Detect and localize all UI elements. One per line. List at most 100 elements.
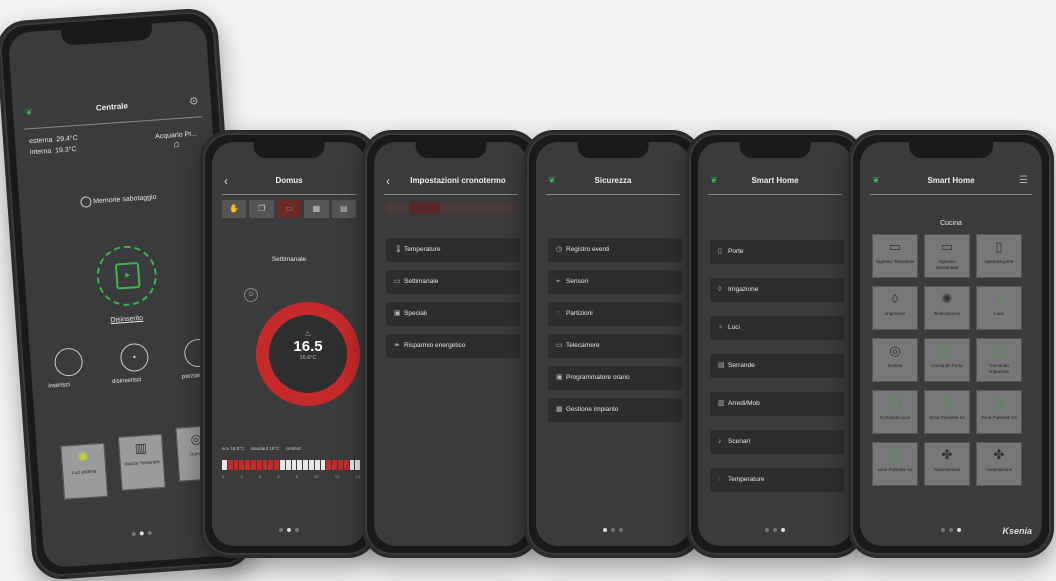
list-item[interactable]: ▣ Speciali (386, 302, 520, 326)
device-tile[interactable]: ▭ Ingresso Sessantate (924, 234, 970, 278)
memory-label[interactable]: Memorie sabotaggio (93, 194, 157, 205)
calendar-icon[interactable]: ▭ (276, 200, 302, 218)
power-icon[interactable]: ⏻ (244, 288, 258, 302)
temp-int-label: interna (29, 147, 52, 157)
schedule-segment[interactable] (349, 460, 355, 470)
disarm-ring[interactable]: ▸ (94, 243, 159, 308)
schedule-segment[interactable] (355, 460, 361, 470)
menu-icon[interactable]: ☰ (1019, 170, 1028, 192)
notch (253, 142, 325, 158)
mode-arm-button[interactable] (53, 347, 84, 378)
furniture-icon: ▥ (718, 400, 725, 407)
schedule-segment[interactable] (279, 460, 285, 470)
bulb-icon: ♀ (718, 324, 724, 331)
schedule-segment[interactable] (233, 460, 239, 470)
tab-active[interactable] (410, 202, 440, 214)
switch-icon: ▯ (943, 395, 951, 410)
device-tile[interactable]: ✤ Automazione (924, 442, 970, 486)
device-tile[interactable]: ▯ Luce Pulsante Sx (872, 442, 918, 486)
hand-icon[interactable]: ✋ (222, 200, 247, 218)
divider (870, 194, 1032, 195)
thermometer-icon: ⫶ (718, 476, 720, 483)
device-tile[interactable]: ▯ Apertura porta (976, 234, 1022, 278)
schedule-bar[interactable] (222, 460, 361, 470)
schedule-legend: eco 16.5°C standard 19°C comfort (222, 446, 301, 451)
list-item[interactable]: 🌡Temperature (386, 238, 520, 262)
tile-luci-esterne[interactable]: ✺ Luci esterne (60, 442, 109, 500)
notch (577, 142, 649, 158)
automation-icon: ✤ (941, 447, 953, 462)
list-item[interactable]: ▭ Settimanale (386, 270, 520, 294)
schedule-segment[interactable] (332, 460, 337, 470)
list-item[interactable]: ▦ Gestione impianto (548, 398, 682, 422)
schedule-segment[interactable] (285, 460, 291, 470)
device-tile[interactable]: ◊ Irrigazione (872, 286, 918, 330)
list-item[interactable]: ❧ Risparmio energetico (386, 334, 520, 358)
camera-icon: ▭ (888, 239, 902, 254)
device-tile[interactable]: ✺ Illuminazione (924, 286, 970, 330)
schedule-segment[interactable] (256, 460, 262, 470)
mode-label: Settimanale (271, 256, 307, 263)
schedule-segment[interactable] (291, 460, 297, 470)
divider (384, 194, 518, 195)
schedule-segment[interactable] (227, 460, 233, 470)
list-item[interactable]: ▥ Arredi/Mob (710, 392, 844, 416)
device-tile[interactable]: ▢ Comando Porta (924, 338, 970, 382)
schedule-segment[interactable] (274, 460, 279, 470)
list-item[interactable]: ⌖ Sensori (548, 270, 682, 294)
schedule-segment[interactable] (326, 460, 332, 470)
device-tile[interactable]: ▢ Comando Luce (872, 390, 918, 434)
sensor-icon: ⌖ (556, 278, 560, 285)
door-icon: ▯ (718, 248, 722, 255)
device-tile[interactable]: ◎ Domus (872, 338, 918, 382)
schedule-segment[interactable] (268, 460, 274, 470)
list-item[interactable]: ⫶ Temperature (710, 468, 844, 492)
device-tile-label: Luce Pulsante Sx (877, 467, 913, 472)
screen-smarthome-list: ❦ Smart Home ▯ Porte ◊ Irrigazione ♀ Luci ▤… (698, 142, 852, 546)
calendar-icon: ▭ (394, 278, 401, 285)
schedule-segment[interactable] (320, 460, 326, 470)
tile-vasche[interactable]: ▥ Vasche Tessartele (117, 433, 166, 491)
back-icon[interactable]: ‹ (386, 170, 390, 192)
schedule-segment[interactable] (239, 460, 245, 470)
schedule-segment[interactable] (222, 460, 227, 470)
device-tile[interactable]: ▯ Zona Pulsante Sx (924, 390, 970, 434)
list-item[interactable]: ▯ Porte (710, 240, 844, 264)
schedule-segment[interactable] (245, 460, 250, 470)
list-item[interactable]: ▭ Telecamere (548, 334, 682, 358)
schedule-segment[interactable] (308, 460, 314, 470)
device-tile[interactable]: ✤ Automazione (976, 442, 1022, 486)
page-indicator (536, 528, 690, 532)
schedule-segment[interactable] (303, 460, 308, 470)
schedule-segment[interactable] (262, 460, 268, 470)
list-item[interactable]: ◌ Partizioni (548, 302, 682, 326)
list-item[interactable]: ♪ Scenari (710, 430, 844, 454)
temperature-dial[interactable]: ♨ 16.5 16.6°C (256, 302, 360, 406)
list-item[interactable]: ◷ Registro eventi (548, 238, 682, 262)
list-item[interactable]: ♀ Luci (710, 316, 844, 340)
schedule-segment[interactable] (337, 460, 343, 470)
list-item[interactable]: ▤ Serrande (710, 354, 844, 378)
device-tile-label: Comando Irrigazione (988, 363, 1010, 374)
list-item[interactable]: ◊ Irrigazione (710, 278, 844, 302)
temperature-sub: 16.6°C (299, 355, 317, 361)
device-tile[interactable]: ▢ Comando Irrigazione (976, 338, 1022, 382)
settings-icon[interactable]: ▤ (331, 200, 357, 218)
shutter-icon: ▤ (718, 362, 725, 369)
screen-smarthome-grid: ❦ Smart Home ☰ Cucina ▭ Ingresso Tessarte… (860, 142, 1042, 546)
schedule-segment[interactable] (297, 460, 303, 470)
copy-icon[interactable]: ❐ (249, 200, 274, 218)
list-item[interactable]: ▣ Programmatore orario (548, 366, 682, 390)
device-tile[interactable]: ♀ Luce (976, 286, 1022, 330)
gear-icon[interactable]: ⚙ (188, 90, 199, 113)
schedule-segment[interactable] (343, 460, 349, 470)
grid-icon[interactable]: ▦ (304, 200, 329, 218)
device-tile[interactable]: ▭ Ingresso Tessartele (872, 234, 918, 278)
schedule-segment[interactable] (314, 460, 320, 470)
lamp-icon: ✺ (941, 291, 953, 306)
back-icon[interactable]: ‹ (224, 170, 228, 192)
mode-disarm-button[interactable]: • (119, 342, 150, 373)
notch (909, 142, 993, 158)
schedule-segment[interactable] (250, 460, 256, 470)
device-tile[interactable]: ▯ Zona Pulsante Dx (976, 390, 1022, 434)
